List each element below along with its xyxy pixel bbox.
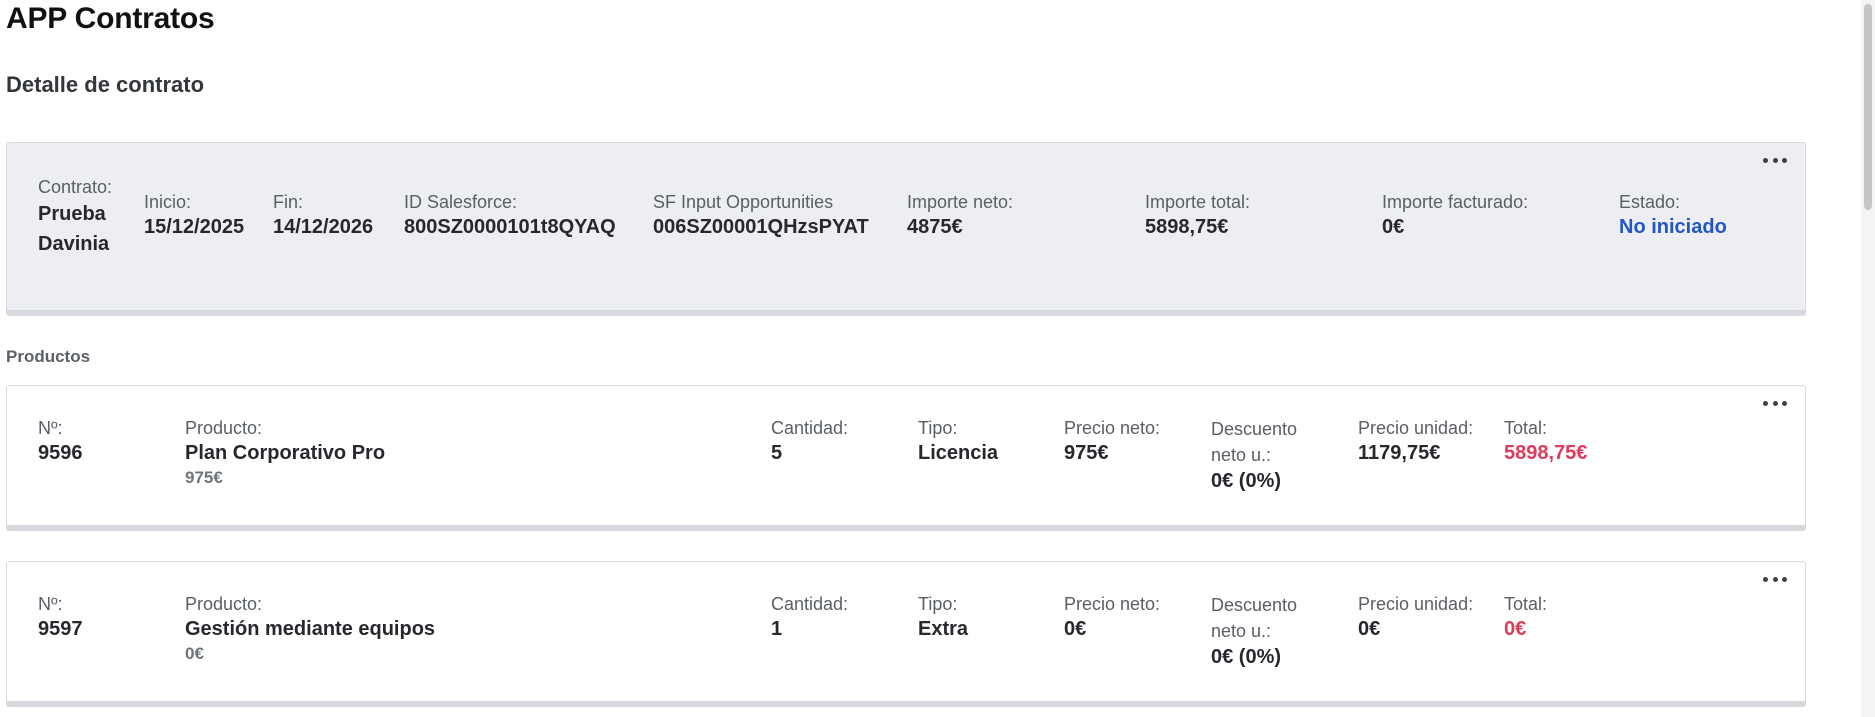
field-label: Nº:: [38, 594, 63, 614]
field-producto: Producto: Plan Corporativo Pro 975€: [185, 416, 385, 490]
field-label: Contrato:: [38, 177, 113, 197]
field-precio-unidad: Precio unidad: 1179,75€: [1358, 416, 1473, 466]
field-importe-total: Importe total: 5898,75€: [1145, 190, 1250, 240]
product-name: Gestión mediante equipos: [185, 618, 436, 640]
field-label: Importe neto:: [907, 192, 1014, 212]
field-label: Total:: [1504, 418, 1548, 438]
field-tipo: Tipo: Licencia: [918, 416, 998, 466]
field-label: Producto:: [185, 418, 263, 438]
total-amount: 5898,75€: [1145, 216, 1229, 238]
field-label: Tipo:: [918, 594, 958, 614]
field-sf-input: SF Input Opportunities 006SZ00001QHzsPYA…: [653, 190, 869, 240]
field-label: Precio unidad:: [1358, 594, 1474, 614]
line-total: 5898,75€: [1504, 442, 1588, 464]
contract-name: Prueba Davinia: [38, 203, 110, 255]
unit-price: 0€: [1358, 618, 1381, 640]
field-label: Descuento neto u.:: [1211, 595, 1298, 641]
discount: 0€ (0%): [1211, 470, 1282, 492]
field-precio-neto: Precio neto: 975€: [1064, 416, 1160, 466]
field-label: Precio neto:: [1064, 594, 1161, 614]
quantity: 5: [771, 442, 783, 464]
field-numero: Nº: 9597: [38, 592, 83, 642]
field-fin: Fin: 14/12/2026: [273, 190, 373, 240]
field-label: Cantidad:: [771, 418, 849, 438]
field-id-salesforce: ID Salesforce: 800SZ0000101t8QYAQ: [404, 190, 616, 240]
field-label: Importe facturado:: [1382, 192, 1529, 212]
net-price: 975€: [1064, 442, 1109, 464]
field-inicio: Inicio: 15/12/2025: [144, 190, 244, 240]
field-label: SF Input Opportunities: [653, 192, 834, 212]
more-options-icon[interactable]: [1763, 396, 1787, 410]
field-total: Total: 5898,75€: [1504, 416, 1587, 466]
line-total: 0€: [1504, 618, 1527, 640]
field-importe-facturado: Importe facturado: 0€: [1382, 190, 1528, 240]
product-price: 975€: [185, 468, 223, 487]
field-label: Descuento neto u.:: [1211, 419, 1298, 465]
discount: 0€ (0%): [1211, 646, 1282, 668]
field-label: ID Salesforce:: [404, 192, 518, 212]
type: Licencia: [918, 442, 999, 464]
field-descuento: Descuento neto u.: 0€ (0%): [1211, 592, 1323, 670]
start-date: 15/12/2025: [144, 216, 245, 238]
field-numero: Nº: 9596: [38, 416, 83, 466]
field-label: Importe total:: [1145, 192, 1251, 212]
contract-summary-card: Contrato: Prueba Davinia Inicio: 15/12/2…: [6, 142, 1806, 316]
net-amount: 4875€: [907, 216, 963, 238]
field-label: Total:: [1504, 594, 1548, 614]
invoiced-amount: 0€: [1382, 216, 1405, 238]
unit-price: 1179,75€: [1358, 442, 1441, 464]
field-label: Inicio:: [144, 192, 192, 212]
more-options-icon[interactable]: [1763, 572, 1787, 586]
field-total: Total: 0€: [1504, 592, 1547, 642]
product-card: Nº: 9596 Producto: Plan Corporativo Pro …: [6, 385, 1806, 531]
field-precio-unidad: Precio unidad: 0€: [1358, 592, 1473, 642]
product-number: 9597: [38, 618, 83, 640]
type: Extra: [918, 618, 969, 640]
product-price: 0€: [185, 644, 204, 663]
field-label: Nº:: [38, 418, 63, 438]
more-options-icon[interactable]: [1763, 153, 1787, 167]
product-card: Nº: 9597 Producto: Gestión mediante equi…: [6, 561, 1806, 707]
vertical-scrollbar[interactable]: [1861, 0, 1875, 717]
field-label: Precio neto:: [1064, 418, 1161, 438]
field-label: Cantidad:: [771, 594, 849, 614]
field-precio-neto: Precio neto: 0€: [1064, 592, 1160, 642]
scrollbar-thumb[interactable]: [1864, 4, 1872, 210]
app-title: APP Contratos: [6, 2, 215, 35]
product-number: 9596: [38, 442, 83, 464]
sf-opportunity-id: 006SZ00001QHzsPYAT: [653, 216, 869, 238]
field-label: Fin:: [273, 192, 304, 212]
field-cantidad: Cantidad: 5: [771, 416, 848, 466]
field-cantidad: Cantidad: 1: [771, 592, 848, 642]
field-tipo: Tipo: Extra: [918, 592, 968, 642]
page-title: Detalle de contrato: [6, 72, 205, 97]
field-producto: Producto: Gestión mediante equipos 0€: [185, 592, 435, 666]
field-label: Estado:: [1619, 192, 1681, 212]
salesforce-id: 800SZ0000101t8QYAQ: [404, 216, 616, 238]
end-date: 14/12/2026: [273, 216, 374, 238]
field-descuento: Descuento neto u.: 0€ (0%): [1211, 416, 1323, 494]
field-label: Producto:: [185, 594, 263, 614]
net-price: 0€: [1064, 618, 1087, 640]
field-contrato: Contrato: Prueba Davinia: [38, 175, 118, 259]
products-section-title: Productos: [6, 347, 91, 366]
status-value: No iniciado: [1619, 216, 1727, 238]
field-label: Precio unidad:: [1358, 418, 1474, 438]
field-estado: Estado: No iniciado: [1619, 190, 1727, 240]
field-label: Tipo:: [918, 418, 958, 438]
product-name: Plan Corporativo Pro: [185, 442, 386, 464]
field-importe-neto: Importe neto: 4875€: [907, 190, 1013, 240]
quantity: 1: [771, 618, 783, 640]
